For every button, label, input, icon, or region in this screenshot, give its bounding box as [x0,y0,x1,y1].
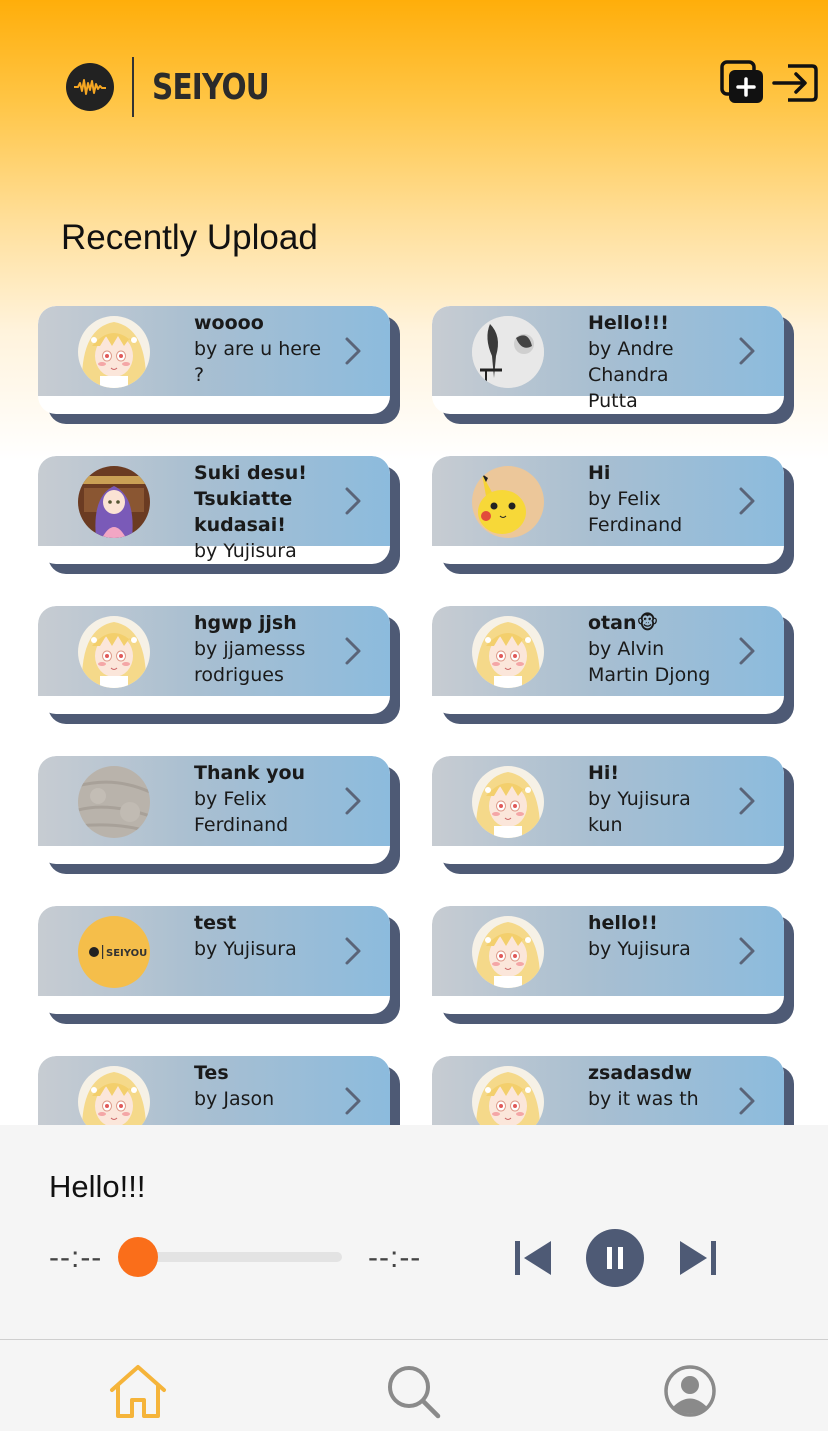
card-title: hgwp jjsh [194,612,297,634]
card-author: by Alvin Martin Djong [588,638,711,686]
card-author: by Yujisura [194,540,297,562]
chevron-right-icon [344,1086,362,1116]
card-avatar [472,316,544,388]
card-title: test [194,912,237,934]
pause-icon [586,1229,644,1287]
chevron-right-icon [738,636,756,666]
chevron-right-icon [344,486,362,516]
chevron-right-icon [738,936,756,966]
upload-card[interactable]: Hi by Felix Ferdinand [432,456,794,574]
add-to-library-icon[interactable] [720,60,766,106]
skip-forward-icon [680,1241,716,1275]
upload-card[interactable]: woooo by are u here ? [38,306,400,424]
card-title: Hello!!! [588,312,669,334]
soundwave-icon [66,63,114,111]
search-icon [388,1366,441,1419]
import-arrow-icon[interactable] [772,60,818,106]
chevron-right-icon [738,486,756,516]
upload-card[interactable]: hgwp jjsh by jjamesss rodrigues [38,606,400,724]
card-title: hello!! [588,912,658,934]
user-circle-icon [664,1365,716,1417]
mini-player: Hello!!! --:-- --:-- [0,1125,828,1340]
chevron-right-icon [344,336,362,366]
logo-divider [132,57,134,117]
pause-button[interactable] [585,1228,645,1293]
previous-track-button[interactable] [512,1237,554,1284]
upload-card[interactable]: Thank you by Felix Ferdinand [38,756,400,874]
card-author: by Felix Ferdinand [588,488,683,536]
skip-back-icon [515,1241,551,1275]
tab-home[interactable] [108,1364,168,1420]
card-avatar [78,766,150,838]
duration-time: --:-- [368,1241,422,1274]
card-title: Hi [588,462,611,484]
card-author: by Andre Chandra Putta [588,338,674,412]
home-icon [110,1365,166,1418]
progress-thumb[interactable] [118,1237,158,1277]
upload-card[interactable]: Hello!!! by Andre Chandra Putta [432,306,794,424]
tab-profile[interactable] [663,1364,723,1420]
card-author: by Yujisura [194,938,297,960]
card-author: by Jason [194,1088,275,1110]
card-title: Thank you [194,762,306,784]
card-title: zsadasdw [588,1062,693,1084]
card-title: Tes [194,1062,229,1084]
tab-bar [0,1339,828,1431]
upload-card[interactable]: Tes by Jason [38,1056,400,1125]
chevron-right-icon [344,636,362,666]
card-author: by it was th [588,1088,699,1110]
card-avatar [472,766,544,838]
tab-search[interactable] [386,1364,446,1420]
card-title: Hi! [588,762,620,784]
elapsed-time: --:-- [49,1241,103,1274]
card-avatar [78,316,150,388]
section-title: Recently Upload [61,218,318,257]
chevron-right-icon [738,336,756,366]
upload-card[interactable]: Suki desu! Tsukiatte kudasai! by Yujisura [38,456,400,574]
chevron-right-icon [344,786,362,816]
chevron-right-icon [344,936,362,966]
logo-wordmark: SEIYOU [152,66,270,108]
card-avatar [78,616,150,688]
card-title: Suki desu! Tsukiatte kudasai! [194,462,307,536]
card-title: otan🐵 [588,612,659,634]
upload-card[interactable]: hello!! by Yujisura [432,906,794,1024]
card-author: by are u here ? [194,338,322,386]
next-track-button[interactable] [677,1237,719,1284]
upload-card[interactable]: otan🐵 by Alvin Martin Djong [432,606,794,724]
svg-text:SEIYOU: SEIYOU [106,948,147,959]
now-playing-title: Hello!!! [49,1169,146,1204]
card-avatar [472,916,544,988]
card-author: by jjamesss rodrigues [194,638,306,686]
app-logo: SEIYOU [66,56,295,118]
upload-card[interactable]: Hi! by Yujisura kun [432,756,794,874]
upload-card[interactable]: zsadasdw by it was th [432,1056,794,1125]
upload-card[interactable]: SEIYOU test by Yujisura [38,906,400,1024]
card-author: by Yujisura [588,938,691,960]
card-avatar: SEIYOU [78,916,150,988]
card-author: by Yujisura kun [588,788,691,836]
recent-uploads-grid[interactable]: woooo by are u here ? Hello!!! by Andre Cha… [0,306,828,1125]
chevron-right-icon [738,1086,756,1116]
card-avatar [472,616,544,688]
card-title: woooo [194,312,264,334]
card-avatar [472,466,544,538]
card-avatar [78,466,150,538]
chevron-right-icon [738,786,756,816]
card-author: by Felix Ferdinand [194,788,289,836]
